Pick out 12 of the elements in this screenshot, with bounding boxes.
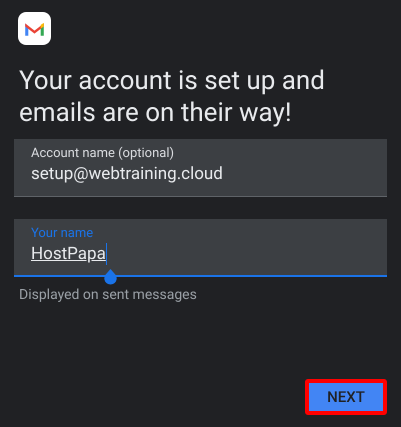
field-value: setup@webtraining.cloud bbox=[31, 163, 223, 186]
field-label: Your name bbox=[31, 226, 94, 242]
text-field[interactable]: Your name HostPapa bbox=[14, 219, 387, 277]
text-cursor bbox=[106, 243, 108, 265]
page-heading: Your account is set up and emails are on their way! bbox=[19, 65, 326, 129]
next-button[interactable]: NEXT bbox=[305, 379, 387, 415]
mail-logo-icon bbox=[18, 12, 51, 45]
field-label: Account name (optional) bbox=[31, 146, 176, 162]
field-value: HostPapa bbox=[31, 243, 106, 266]
helper-text: Displayed on sent messages bbox=[19, 286, 197, 304]
cursor-handle-icon[interactable] bbox=[103, 269, 118, 285]
text-field[interactable]: Account name (optional) setup@webtraining.cloud bbox=[14, 139, 387, 197]
